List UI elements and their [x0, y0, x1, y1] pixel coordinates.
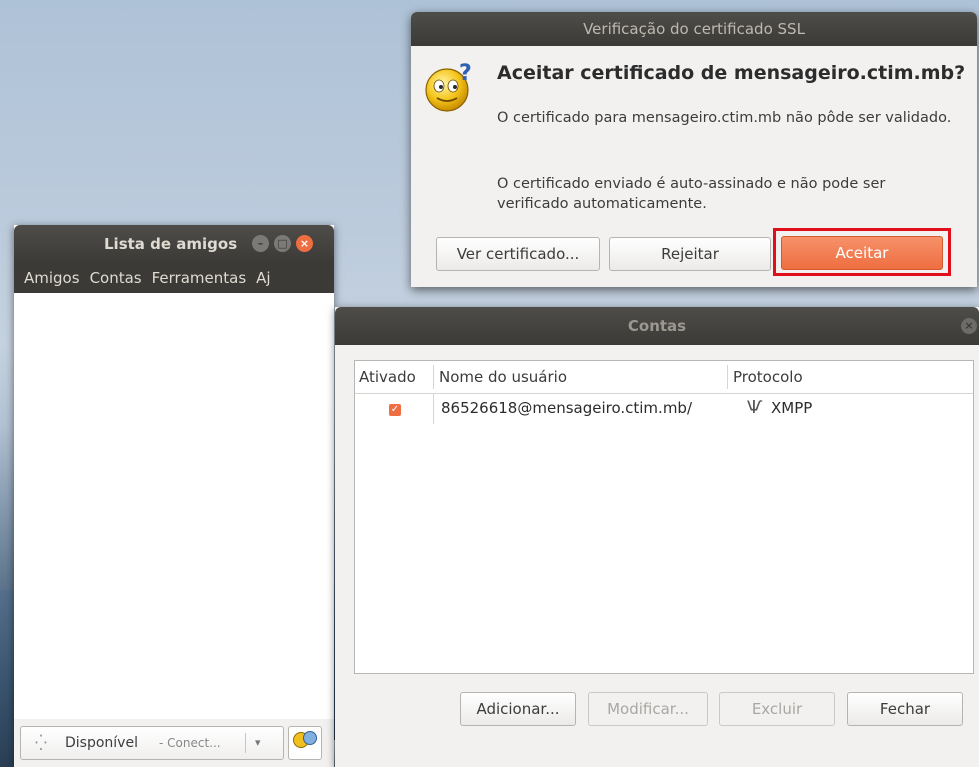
- ssl-dialog-titlebar[interactable]: Verificação do certificado SSL: [411, 12, 977, 46]
- ssl-dialog-message-self-signed: O certificado enviado é auto-assinado e …: [497, 176, 886, 212]
- view-certificate-button[interactable]: Ver certificado...: [436, 237, 600, 271]
- xmpp-protocol-icon: Ѱ: [747, 397, 763, 418]
- column-header-protocol[interactable]: Protocolo: [733, 361, 803, 393]
- maximize-icon[interactable]: □: [274, 235, 291, 252]
- accounts-titlebar[interactable]: Contas ×: [335, 307, 979, 345]
- table-header: Ativado Nome do usuário Protocolo: [355, 361, 973, 394]
- table-row[interactable]: ✓ 86526618@mensageiro.ctim.mb/ Ѱ XMPP: [355, 394, 973, 428]
- column-header-username[interactable]: Nome do usuário: [439, 361, 567, 393]
- close-icon[interactable]: ×: [296, 235, 313, 252]
- menu-contas[interactable]: Contas: [90, 269, 142, 287]
- status-separator: [245, 733, 246, 753]
- account-username: 86526618@mensageiro.ctim.mb/: [441, 399, 693, 417]
- column-separator: [727, 365, 728, 389]
- ssl-dialog-message-validation: O certificado para mensageiro.ctim.mb nã…: [497, 110, 952, 126]
- ssl-dialog-title: Verificação do certificado SSL: [583, 20, 805, 38]
- buddy-list-title: Lista de amigos: [104, 235, 238, 253]
- buddy-list-statusbar: ⁛ Disponível - Conect... ▾: [14, 719, 334, 767]
- status-selector[interactable]: ⁛ Disponível - Conect... ▾: [20, 726, 284, 760]
- desktop-background: Lista de amigos – □ × Amigos Contas Ferram…: [0, 0, 979, 767]
- status-detail: - Conect...: [159, 736, 221, 750]
- accounts-table: Ativado Nome do usuário Protocolo ✓ 8652…: [354, 360, 974, 674]
- accounts-title: Contas: [627, 317, 687, 335]
- menu-amigos[interactable]: Amigos: [24, 269, 80, 287]
- buddy-list-titlebar[interactable]: Lista de amigos – □ ×: [14, 225, 334, 263]
- modify-account-button[interactable]: Modificar...: [588, 692, 708, 726]
- accounts-window: Contas × Ativado Nome do usuário Protoco…: [335, 307, 979, 767]
- question-smiley-icon: ?: [425, 61, 472, 112]
- column-separator: [433, 365, 434, 389]
- column-separator: [433, 394, 434, 424]
- chevron-down-icon[interactable]: ▾: [255, 727, 261, 759]
- buddy-list-menubar: Amigos Contas Ferramentas Aj: [14, 263, 334, 293]
- ssl-dialog-heading: Aceitar certificado de mensageiro.ctim.m…: [497, 62, 966, 84]
- menu-ferramentas[interactable]: Ferramentas: [152, 269, 247, 287]
- reject-button[interactable]: Rejeitar: [609, 237, 771, 271]
- menu-ajuda[interactable]: Aj: [256, 269, 270, 287]
- loading-spinner-icon: ⁛: [35, 734, 47, 752]
- remove-account-button[interactable]: Excluir: [719, 692, 835, 726]
- buddy-icon-button[interactable]: [288, 726, 322, 760]
- buddy-avatar-icon: [303, 731, 317, 745]
- status-value: Disponível: [65, 735, 138, 751]
- buddy-list-window: Lista de amigos – □ × Amigos Contas Ferram…: [14, 225, 334, 767]
- ssl-verification-dialog: Verificação do certificado SSL ? Aceitar…: [411, 12, 977, 287]
- account-protocol: XMPP: [771, 399, 813, 417]
- close-icon[interactable]: ×: [961, 318, 977, 334]
- enabled-checkbox[interactable]: ✓: [389, 404, 401, 416]
- question-mark-glyph: ?: [459, 61, 472, 86]
- minimize-icon[interactable]: –: [252, 235, 269, 252]
- add-account-button[interactable]: Adicionar...: [460, 692, 576, 726]
- column-header-enabled[interactable]: Ativado: [359, 361, 416, 393]
- close-button[interactable]: Fechar: [847, 692, 963, 726]
- accept-button[interactable]: Aceitar: [781, 236, 943, 270]
